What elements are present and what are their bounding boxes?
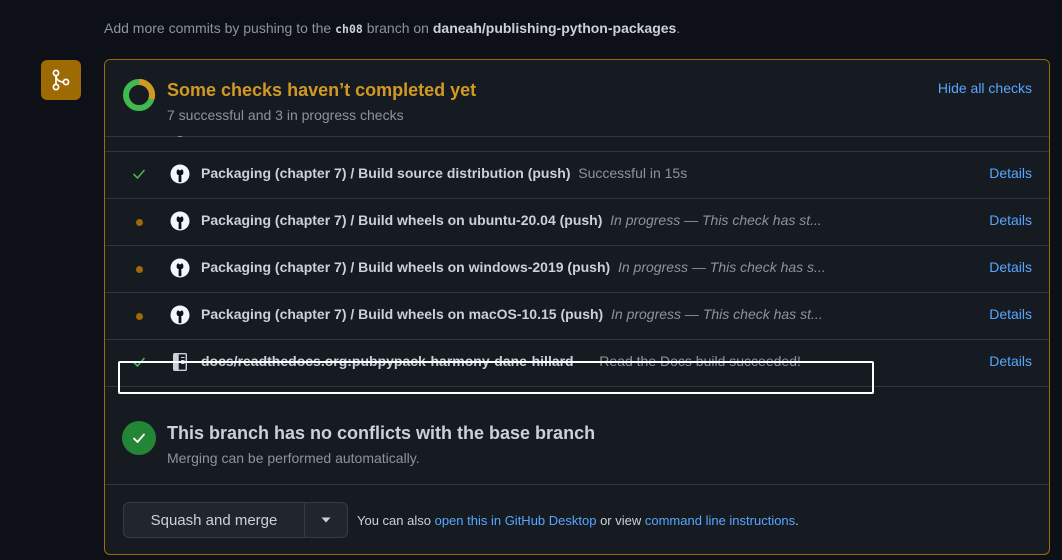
open-in-desktop-link[interactable]: open this in GitHub Desktop [435, 513, 597, 528]
github-logo-icon [176, 136, 184, 137]
merge-method-dropdown[interactable] [305, 503, 347, 537]
check-details-link[interactable]: Details [989, 259, 1032, 275]
check-description: — Read the Docs build succeeded! [581, 353, 801, 369]
pending-dot-icon [136, 219, 143, 226]
check-row: Packaging (chapter 7) / Build wheels on … [105, 245, 1049, 293]
check-details-link[interactable]: Details [989, 165, 1032, 181]
check-text: Packaging (chapter 7) / Build source dis… [201, 165, 687, 181]
branch-name: ch08 [335, 22, 363, 36]
no-conflicts-title: This branch has no conflicts with the ba… [167, 423, 596, 443]
check-row: Packaging (chapter 7) / Build wheels on … [105, 292, 1049, 340]
squash-and-merge-button[interactable]: Squash and merge [124, 503, 305, 537]
check-icon [133, 169, 145, 179]
check-description: In progress — This check has s... [617, 259, 826, 275]
hide-all-checks-link[interactable]: Hide all checks [938, 80, 1032, 96]
pull-request-merge-box: Add more commits by pushing to the ch08 … [0, 0, 1062, 560]
checks-list[interactable]: Packaging (chapter 7) / Test (3.9, py39)… [105, 136, 1049, 402]
checks-panel: Some checks haven’t completed yet 7 succ… [104, 59, 1050, 555]
check-description: In progress — This check has st... [610, 212, 822, 228]
in-progress-status-icon [123, 78, 155, 111]
check-row: Packaging (chapter 7) / Test (3.9, py39)… [105, 136, 1049, 152]
check-row: docs/readthedocs.org:pubpypack-harmony-d… [105, 339, 1049, 387]
github-logo-icon [170, 211, 190, 231]
repo-name: daneah/publishing-python-packages [432, 20, 677, 36]
check-text: Packaging (chapter 7) / Build wheels on … [201, 259, 826, 275]
github-logo-icon [170, 164, 190, 184]
check-row: Packaging (chapter 7) / Build source dis… [105, 151, 1049, 199]
check-details-link[interactable]: Details [989, 212, 1032, 228]
checks-status-subtitle: 7 successful and 3 in progress checks [167, 107, 404, 123]
check-name: Packaging (chapter 7) / Build wheels on … [201, 306, 604, 322]
checks-status-title: Some checks haven’t completed yet [167, 80, 477, 100]
check-name: Packaging (chapter 7) / Build source dis… [201, 165, 571, 181]
check-text: Packaging (chapter 7) / Build wheels on … [201, 212, 822, 228]
check-details-link[interactable]: Details [989, 306, 1032, 322]
command-line-instructions-link[interactable]: command line instructions [645, 513, 795, 528]
check-text: docs/readthedocs.org:pubpypack-harmony-d… [201, 353, 801, 369]
merge-alternatives-note: You can also open this in GitHub Desktop… [357, 513, 799, 528]
check-description: Successful in 15s [578, 165, 688, 181]
no-conflicts-subtitle: Merging can be performed automatically. [167, 450, 420, 466]
no-conflicts-section: This branch has no conflicts with the ba… [105, 402, 1049, 485]
pending-dot-icon [136, 266, 143, 273]
pending-dot-icon [136, 313, 143, 320]
git-merge-icon [41, 60, 81, 100]
check-name: Packaging (chapter 7) / Build wheels on … [201, 259, 611, 275]
github-logo-icon [170, 305, 190, 325]
check-description: In progress — This check has st... [611, 306, 823, 322]
docs-book-icon [173, 353, 187, 371]
check-circle-icon [122, 421, 156, 455]
checks-summary: Some checks haven’t completed yet 7 succ… [105, 60, 1049, 137]
check-text: Packaging (chapter 7) / Build wheels on … [201, 306, 823, 322]
github-logo-icon [170, 258, 190, 278]
check-details-link[interactable]: Details [989, 353, 1032, 369]
check-name: Packaging (chapter 7) / Build wheels on … [201, 212, 603, 228]
check-icon [133, 357, 145, 367]
check-row: Packaging (chapter 7) / Build wheels on … [105, 198, 1049, 246]
triangle-down-icon [321, 517, 331, 523]
check-name: docs/readthedocs.org:pubpypack-harmony-d… [201, 353, 574, 369]
push-hint: Add more commits by pushing to the ch08 … [104, 20, 681, 36]
merge-section: Squash and merge You can also open this … [105, 484, 1049, 554]
merge-button-group: Squash and merge [123, 502, 348, 538]
